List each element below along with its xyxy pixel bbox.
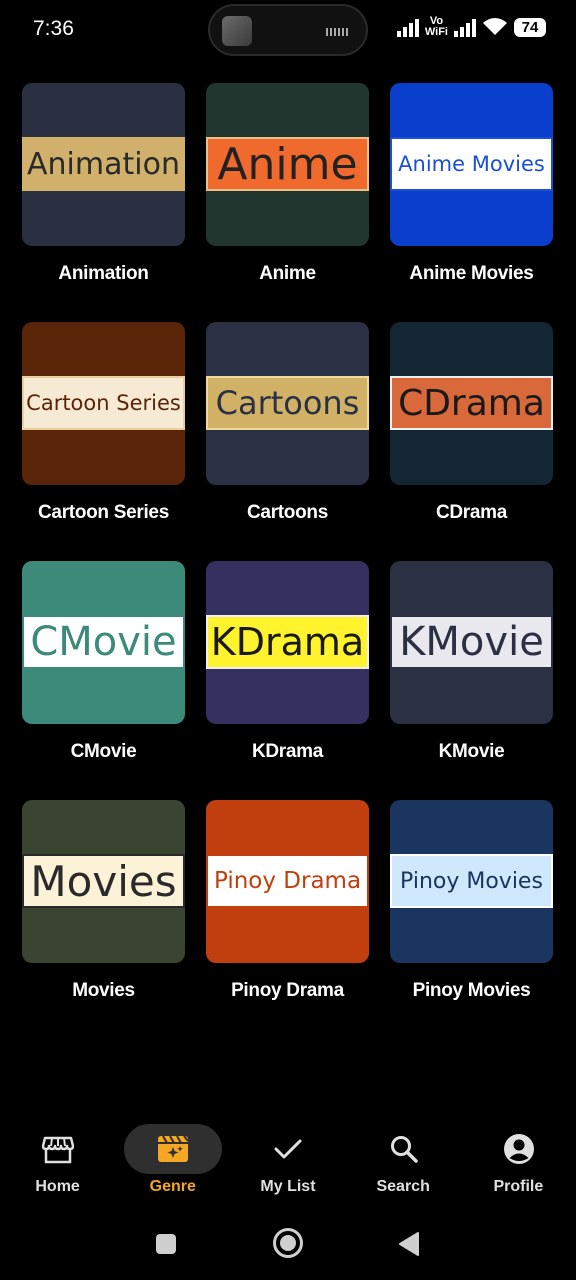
storefront-icon [41, 1132, 75, 1166]
checkmark-icon [271, 1132, 305, 1166]
nav-search-label: Search [376, 1178, 430, 1195]
recent-apps-button[interactable] [155, 1233, 177, 1260]
nav-genre[interactable]: Genre [115, 1120, 230, 1208]
cell-signal-2-icon [454, 17, 476, 37]
genre-grid: Animation Animation Anime Anime Anime Movies… [22, 83, 554, 1039]
genre-banner-text: Anime [206, 137, 369, 191]
genre-card[interactable]: KDrama KDrama [206, 561, 369, 800]
genre-banner-text: Anime Movies [390, 137, 553, 191]
media-thumbnail-icon [222, 16, 252, 46]
vowifi-icon: Vo WiFi [425, 16, 448, 38]
genre-thumbnail: Cartoons [206, 322, 369, 485]
genre-banner-text: Animation [22, 137, 185, 191]
genre-thumbnail: Animation [22, 83, 185, 246]
genre-thumbnail: Anime Movies [390, 83, 553, 246]
nav-my-list[interactable]: My List [230, 1120, 345, 1208]
nav-profile-label: Profile [493, 1178, 544, 1195]
genre-banner-text: KMovie [390, 615, 553, 669]
genre-thumbnail: Anime [206, 83, 369, 246]
genre-banner-text: Cartoon Series [22, 376, 185, 430]
genre-card[interactable]: Movies Movies [22, 800, 185, 1039]
system-nav-bar [0, 1215, 576, 1271]
status-icons: Vo WiFi 74 [396, 16, 546, 38]
home-circle-icon [273, 1228, 303, 1258]
genre-card[interactable]: Cartoon Series Cartoon Series [22, 322, 185, 561]
dynamic-island[interactable] [208, 4, 368, 56]
genre-label: KMovie [438, 741, 505, 762]
genre-label: CMovie [70, 741, 137, 762]
audio-bars-icon [326, 28, 350, 36]
back-button[interactable] [398, 1231, 420, 1262]
bottom-nav: Home Genre My List Search Profile [0, 1120, 576, 1208]
wifi-icon [483, 18, 507, 35]
genre-card[interactable]: KMovie KMovie [390, 561, 553, 800]
cell-signal-icon [396, 17, 419, 37]
genre-label: Animation [58, 263, 149, 284]
genre-thumbnail: Movies [22, 800, 185, 963]
genre-card[interactable]: Pinoy Drama Pinoy Drama [206, 800, 369, 1039]
nav-my-list-label: My List [260, 1178, 316, 1195]
genre-card[interactable]: Anime Anime [206, 83, 369, 322]
genre-label: KDrama [251, 741, 324, 762]
genre-banner-text: CDrama [390, 376, 553, 430]
genre-card[interactable]: Pinoy Movies Pinoy Movies [390, 800, 553, 1039]
genre-card[interactable]: CMovie CMovie [22, 561, 185, 800]
genre-thumbnail: CDrama [390, 322, 553, 485]
nav-profile[interactable]: Profile [461, 1120, 576, 1208]
genre-label: Anime [259, 263, 316, 284]
vowifi-bottom-label: WiFi [424, 26, 448, 38]
status-time: 7:36 [33, 17, 74, 40]
genre-banner-text: Movies [22, 854, 185, 908]
profile-icon [502, 1132, 536, 1166]
nav-home-label: Home [35, 1178, 80, 1195]
genre-thumbnail: KDrama [206, 561, 369, 724]
genre-thumbnail: Pinoy Drama [206, 800, 369, 963]
clapperboard-icon [156, 1132, 190, 1166]
genre-label: Pinoy Drama [231, 980, 344, 1001]
battery-indicator: 74 [514, 17, 546, 37]
home-button[interactable] [272, 1227, 304, 1264]
recent-apps-icon [156, 1234, 176, 1254]
genre-card[interactable]: Cartoons Cartoons [206, 322, 369, 561]
genre-label: Cartoons [247, 502, 328, 523]
genre-label: CDrama [435, 502, 508, 523]
genre-card[interactable]: Animation Animation [22, 83, 185, 322]
genre-card[interactable]: Anime Movies Anime Movies [390, 83, 553, 322]
back-triangle-icon [399, 1232, 419, 1256]
genre-banner-text: Cartoons [206, 376, 369, 430]
genre-banner-text: CMovie [22, 615, 185, 669]
genre-banner-text: KDrama [206, 615, 369, 669]
status-bar: 7:36 Vo WiFi 74 [0, 0, 576, 60]
genre-label: Cartoon Series [38, 502, 169, 523]
genre-label: Anime Movies [409, 263, 534, 284]
genre-banner-text: Pinoy Drama [206, 854, 369, 908]
genre-thumbnail: Pinoy Movies [390, 800, 553, 963]
genre-thumbnail: CMovie [22, 561, 185, 724]
genre-thumbnail: Cartoon Series [22, 322, 185, 485]
genre-thumbnail: KMovie [390, 561, 553, 724]
genre-label: Movies [72, 980, 135, 1001]
nav-search[interactable]: Search [346, 1120, 461, 1208]
genre-label: Pinoy Movies [412, 980, 531, 1001]
nav-genre-label: Genre [149, 1178, 196, 1195]
search-icon [387, 1132, 421, 1166]
genre-card[interactable]: CDrama CDrama [390, 322, 553, 561]
genre-banner-text: Pinoy Movies [390, 854, 553, 908]
nav-home[interactable]: Home [0, 1120, 115, 1208]
